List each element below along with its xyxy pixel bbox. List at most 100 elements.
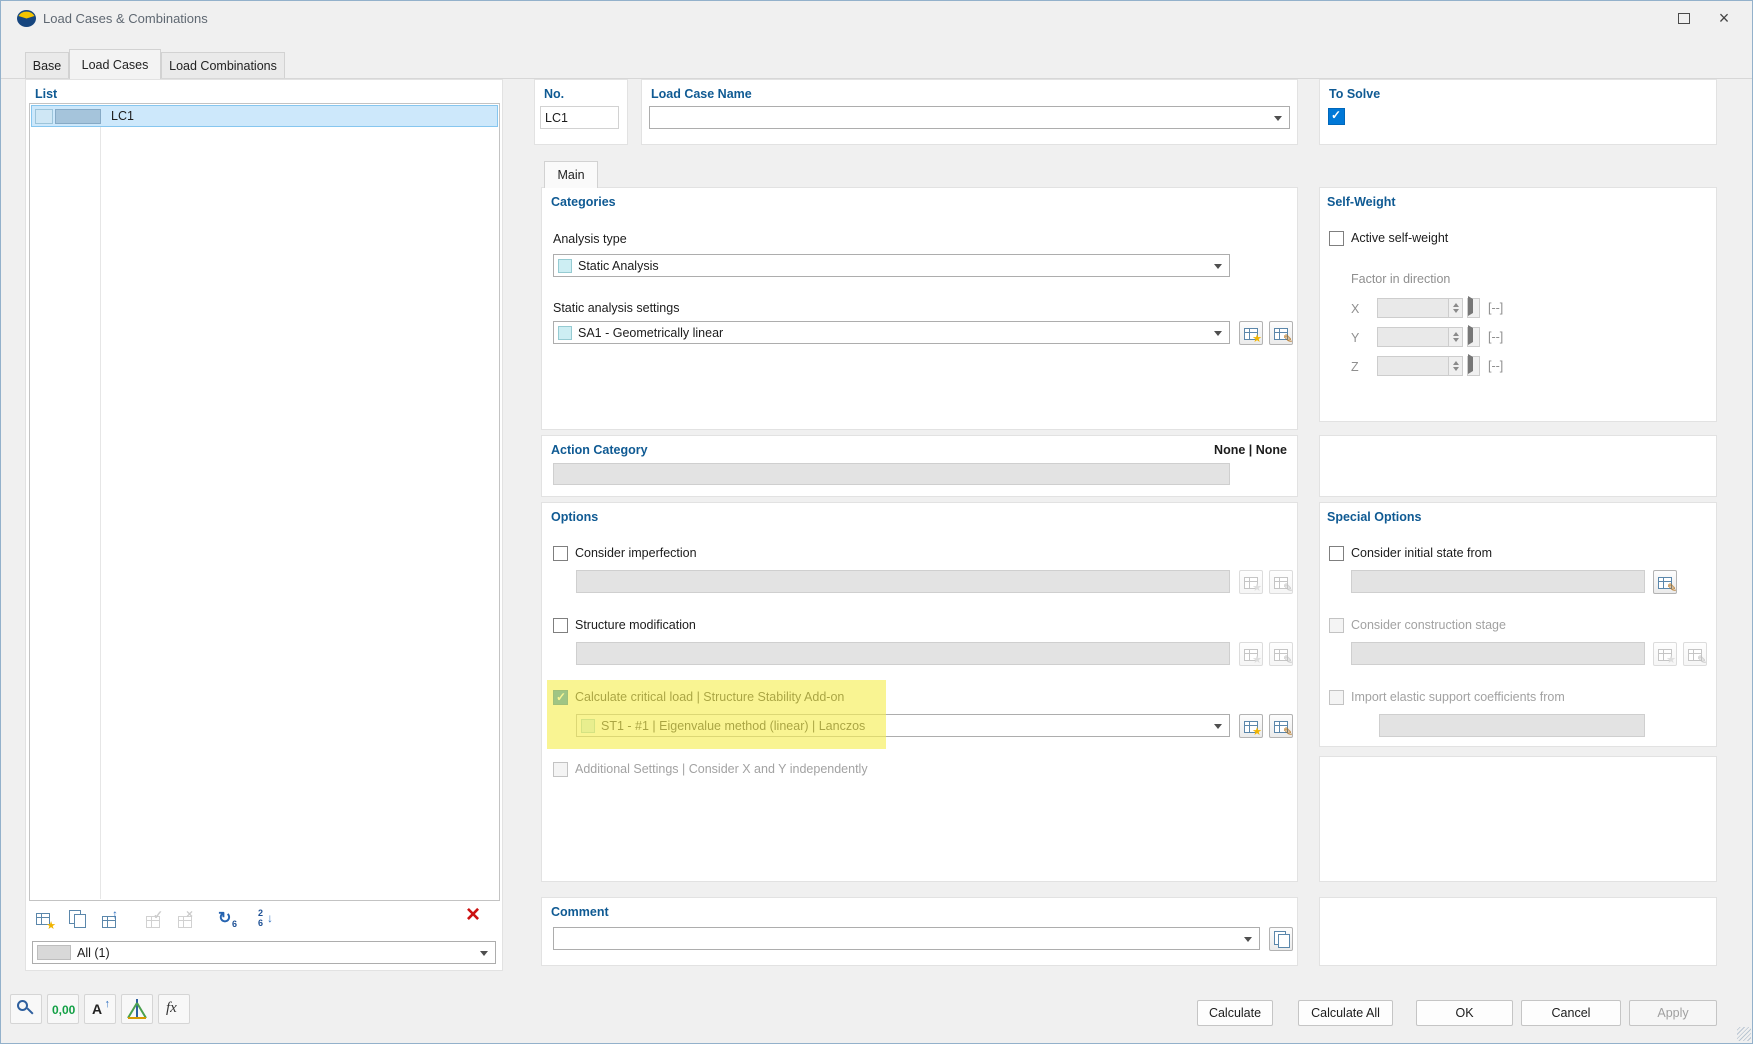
factor-z-unit: [--]	[1488, 359, 1503, 373]
static-settings-combo[interactable]: SA1 - Geometrically linear	[553, 321, 1230, 344]
renumber-digit: 6	[232, 920, 237, 929]
initial-state-checkbox[interactable]	[1329, 546, 1344, 561]
list-filter-combo[interactable]: All (1)	[32, 941, 496, 964]
apply-button: Apply	[1629, 1000, 1717, 1026]
find-button[interactable]	[10, 994, 42, 1024]
name-panel: Load Case Name	[641, 79, 1298, 145]
delete-load-case-button[interactable]	[466, 904, 490, 928]
edit-initial-state-button[interactable]	[1653, 570, 1677, 594]
cancel-label: Cancel	[1552, 1006, 1591, 1020]
cancel-button[interactable]: Cancel	[1521, 1000, 1621, 1026]
chevron-down-icon	[1214, 724, 1222, 729]
structure-icon	[122, 995, 152, 1023]
number-panel: No.	[534, 79, 628, 145]
factor-x-unit: [--]	[1488, 301, 1503, 315]
new-stability-settings-button[interactable]	[1239, 714, 1263, 738]
additional-settings-checkbox	[553, 762, 568, 777]
copy-load-case-button[interactable]	[65, 907, 89, 931]
load-case-name-combo[interactable]	[649, 106, 1290, 129]
edit-pencil-icon	[1283, 333, 1293, 345]
to-solve-checkbox[interactable]	[1328, 108, 1345, 125]
comment-combo[interactable]	[553, 927, 1260, 950]
new-static-settings-button[interactable]	[1239, 321, 1263, 345]
stability-analysis-combo[interactable]: ST1 - #1 | Eigenvalue method (linear) | …	[576, 714, 1230, 737]
edit-static-settings-button[interactable]	[1269, 321, 1293, 345]
window-title: Load Cases & Combinations	[43, 11, 208, 26]
arrow-up-icon	[112, 908, 118, 920]
comment-heading: Comment	[551, 905, 609, 919]
list-item-lc1[interactable]: LC1	[31, 105, 498, 127]
new-imperfection-button	[1239, 570, 1263, 594]
close-button[interactable]	[1704, 1, 1744, 35]
factor-y-unit: [--]	[1488, 330, 1503, 344]
import-elastic-label: Import elastic support coefficients from	[1351, 690, 1565, 704]
edit-pencil-icon	[1283, 726, 1293, 738]
new-structure-modification-button	[1239, 642, 1263, 666]
tab-load-combinations[interactable]: Load Combinations	[161, 52, 285, 78]
case-color-bar	[55, 109, 101, 124]
load-case-number-input[interactable]	[540, 106, 619, 129]
tab-load-cases[interactable]: Load Cases	[69, 49, 161, 79]
ok-button[interactable]: OK	[1416, 1000, 1513, 1026]
tab-main[interactable]: Main	[544, 161, 598, 188]
edit-imperfection-button	[1269, 570, 1293, 594]
filter-swatch	[37, 945, 71, 960]
chevron-down-icon	[1244, 937, 1252, 942]
rename-letter: A	[92, 1001, 102, 1017]
comment-panel: Comment	[541, 897, 1298, 966]
resize-grip[interactable]	[1737, 1027, 1751, 1041]
maximize-icon	[1678, 13, 1690, 24]
empty-panel-1	[1319, 435, 1717, 497]
action-category-combo	[553, 463, 1230, 485]
additional-settings-label: Additional Settings | Consider X and Y i…	[575, 762, 868, 776]
spinner-arrows	[1448, 299, 1462, 317]
ok-label: OK	[1455, 1006, 1473, 1020]
tab-base[interactable]: Base	[25, 52, 69, 78]
edit-pencil-icon	[1283, 654, 1293, 666]
name-heading: Load Case Name	[651, 87, 752, 101]
check-all-button	[142, 907, 166, 931]
axis-y-label: Y	[1351, 331, 1359, 345]
decimal-places-button[interactable]: 0,00	[47, 994, 79, 1024]
case-color-swatch	[35, 109, 53, 124]
active-self-weight-checkbox[interactable]	[1329, 231, 1344, 246]
factor-y-detail-button	[1467, 327, 1480, 347]
close-icon	[1719, 9, 1730, 27]
construction-stage-combo	[1351, 642, 1645, 665]
action-category-panel: Action Category None | None	[541, 435, 1298, 497]
action-category-status: None | None	[1214, 443, 1287, 457]
new-load-case-button[interactable]	[32, 907, 56, 931]
construction-stage-checkbox	[1329, 618, 1344, 633]
maximize-button[interactable]	[1664, 1, 1704, 35]
copy-comment-button[interactable]	[1269, 927, 1293, 951]
renumber-button[interactable]: 6	[216, 907, 240, 931]
factor-x-detail-button	[1467, 298, 1480, 318]
sort-button[interactable]: 2 6	[254, 907, 278, 931]
tab-load-combinations-label: Load Combinations	[169, 59, 277, 73]
structure-modification-checkbox[interactable]	[553, 618, 568, 633]
add-from-template-button[interactable]	[98, 907, 122, 931]
consider-imperfection-label: Consider imperfection	[575, 546, 697, 560]
delete-icon	[466, 904, 480, 926]
arrow-down-icon	[267, 912, 273, 924]
analysis-type-label: Analysis type	[553, 232, 627, 246]
active-self-weight-label: Active self-weight	[1351, 231, 1448, 245]
list-column-divider[interactable]	[100, 105, 101, 899]
import-elastic-combo	[1379, 714, 1645, 737]
consider-imperfection-checkbox[interactable]	[553, 546, 568, 561]
calculate-button[interactable]: Calculate	[1197, 1000, 1273, 1026]
model-view-button[interactable]	[121, 994, 153, 1024]
edit-construction-stage-button	[1683, 642, 1707, 666]
rename-button[interactable]: A	[84, 994, 116, 1024]
structure-modification-label: Structure modification	[575, 618, 696, 632]
edit-stability-settings-button[interactable]	[1269, 714, 1293, 738]
formula-button[interactable]: fx	[158, 994, 190, 1024]
load-case-list[interactable]: LC1	[29, 103, 500, 901]
new-construction-stage-button	[1653, 642, 1677, 666]
critical-load-checkbox[interactable]	[553, 690, 568, 705]
title-bar[interactable]: Load Cases & Combinations	[1, 1, 1752, 37]
fx-label: fx	[166, 1000, 177, 1017]
stability-value: ST1 - #1 | Eigenvalue method (linear) | …	[601, 719, 865, 733]
calculate-all-button[interactable]: Calculate All	[1298, 1000, 1393, 1026]
analysis-type-combo[interactable]: Static Analysis	[553, 254, 1230, 277]
